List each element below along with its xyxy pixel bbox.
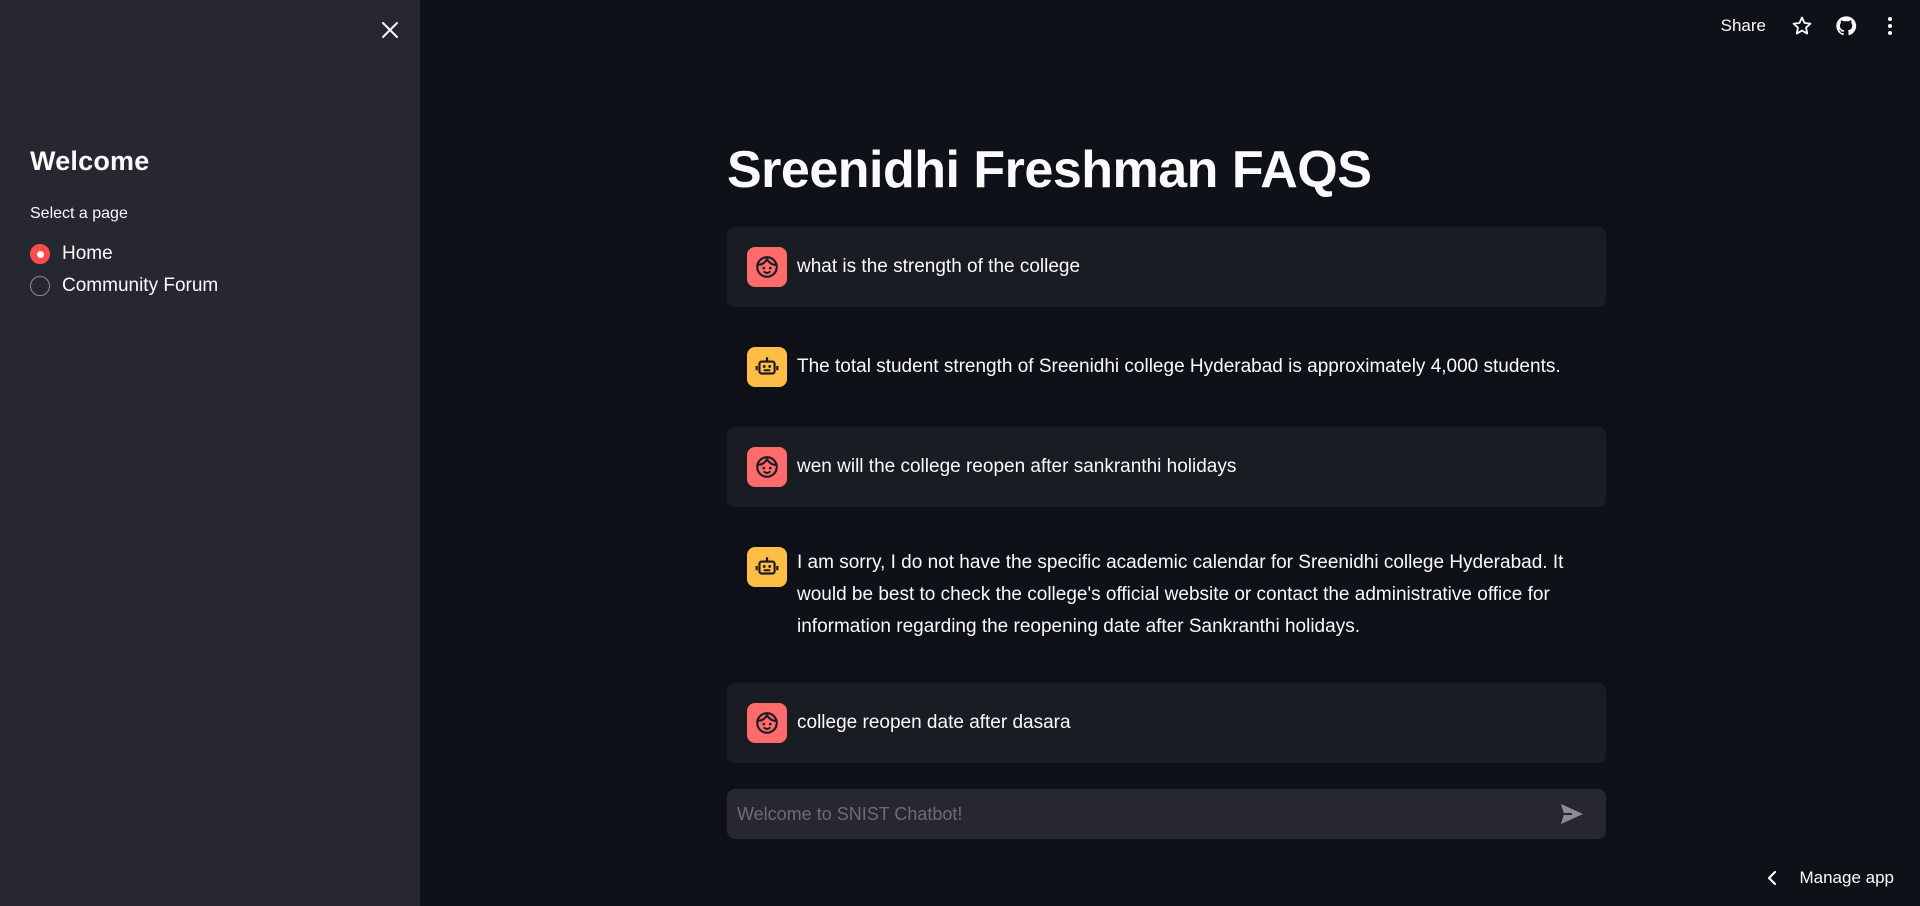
sidebar: Welcome Select a page Home Community For…: [0, 0, 420, 906]
radio-group-label: Select a page: [30, 205, 128, 222]
chat-message-assistant: I am sorry, I do not have the specific a…: [727, 547, 1606, 647]
message-text: The total student strength of Sreenidhi …: [797, 356, 1561, 377]
user-face-icon: [756, 712, 778, 734]
close-sidebar-button[interactable]: [376, 16, 404, 44]
message-text: I am sorry, I do not have the specific a…: [797, 552, 1564, 637]
message-text: college reopen date after dasara: [797, 712, 1071, 733]
radio-button[interactable]: [30, 276, 50, 296]
radio-option-label: Community Forum: [62, 275, 219, 296]
chat-message-user: college reopen date after dasara: [727, 683, 1606, 763]
user-avatar: [747, 247, 787, 287]
message-text: what is the strength of the college: [797, 256, 1081, 277]
robot-icon: [755, 357, 779, 375]
manage-app-label: Manage app: [1799, 868, 1894, 887]
send-button[interactable]: [1554, 796, 1590, 832]
chat-input-container: [727, 789, 1606, 839]
top-toolbar: Share: [1721, 0, 1920, 52]
user-face-icon: [756, 456, 778, 478]
chevron-left-icon: [1767, 870, 1777, 886]
assistant-avatar: [747, 547, 787, 587]
chat-message-assistant: The total student strength of Sreenidhi …: [727, 327, 1606, 407]
kebab-menu-icon[interactable]: [1878, 14, 1902, 38]
send-icon: [1561, 804, 1583, 824]
radio-option-home[interactable]: Home: [30, 238, 218, 270]
star-icon[interactable]: [1790, 14, 1814, 38]
chat-message-user: wen will the college reopen after sankra…: [727, 427, 1606, 507]
github-icon[interactable]: [1834, 14, 1858, 38]
chat-message-user: what is the strength of the college: [727, 227, 1606, 307]
radio-option-community-forum[interactable]: Community Forum: [30, 270, 218, 302]
user-face-icon: [756, 256, 778, 278]
page-title: Sreenidhi Freshman FAQS: [727, 141, 1372, 199]
radio-option-label: Home: [62, 243, 113, 264]
close-icon: [382, 22, 398, 38]
assistant-avatar: [747, 347, 787, 387]
robot-icon: [755, 557, 779, 575]
chat-input[interactable]: [727, 789, 1554, 839]
manage-app-button[interactable]: Manage app: [1767, 868, 1894, 888]
sidebar-title: Welcome: [30, 146, 150, 176]
radio-button-selected[interactable]: [30, 244, 50, 264]
page-radio-group: Home Community Forum: [30, 238, 218, 302]
share-button[interactable]: Share: [1721, 16, 1766, 36]
user-avatar: [747, 447, 787, 487]
message-text: wen will the college reopen after sankra…: [797, 456, 1237, 477]
user-avatar: [747, 703, 787, 743]
